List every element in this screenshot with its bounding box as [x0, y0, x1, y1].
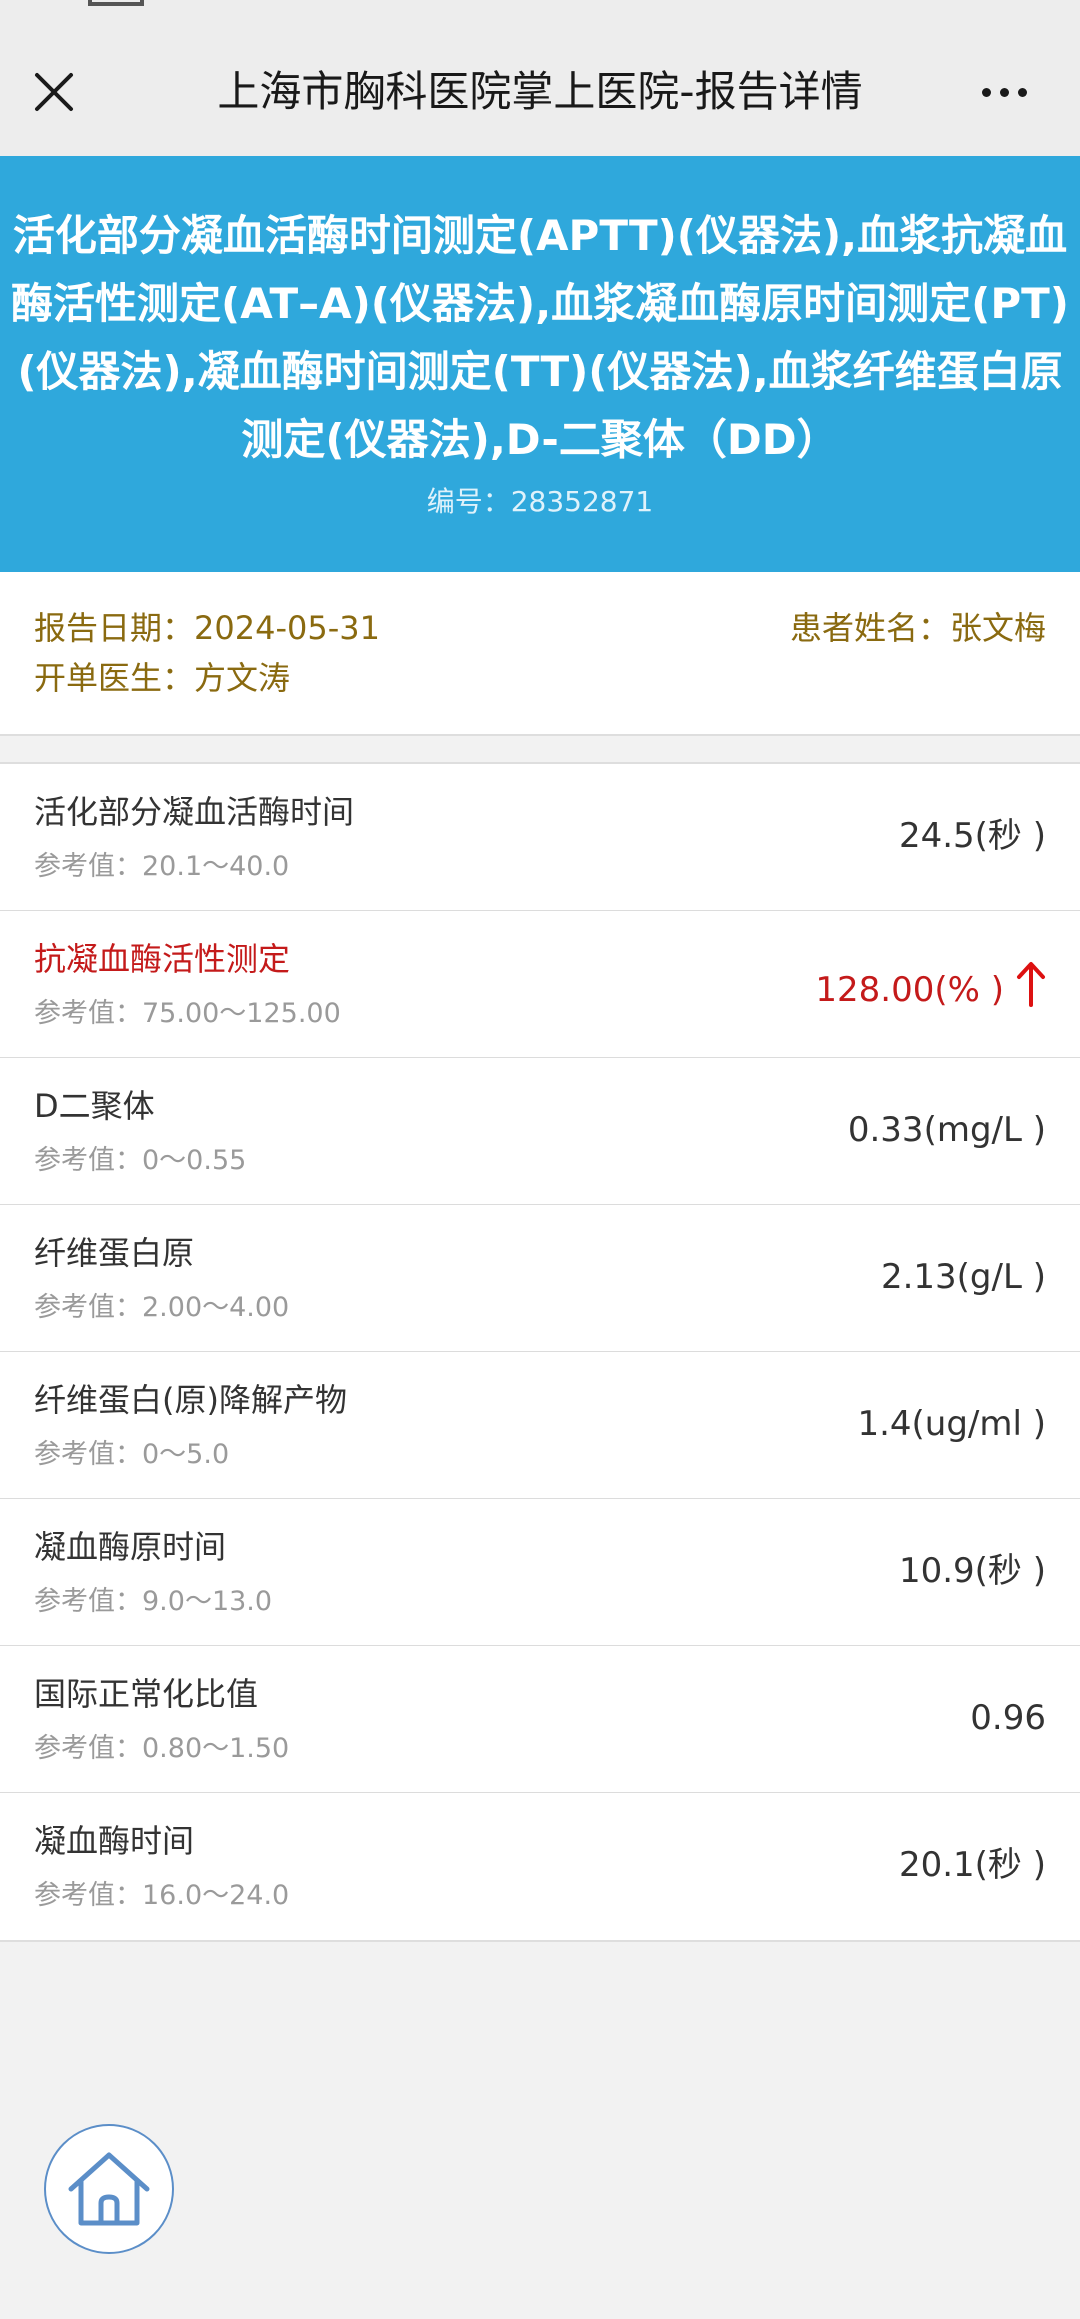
result-value-text: 20.1(秒 ) [898, 1845, 1046, 1885]
result-value-text: 1.4(ug/ml ) [857, 1404, 1046, 1444]
result-item-name: 纤维蛋白原 [34, 1234, 195, 1272]
report-title: 活化部分凝血活酶时间测定(APTT)(仪器法),血浆抗凝血酶活性测定(AT–A)… [11, 211, 1069, 464]
status-icon [88, 0, 144, 6]
result-row: D二聚体 参考值：0～0.55 0.33(mg/L ) [0, 1058, 1080, 1205]
result-value-text: 10.9(秒 ) [898, 1551, 1046, 1591]
result-row: 凝血酶原时间 参考值：9.0～13.0 10.9(秒 ) [0, 1499, 1080, 1646]
status-bar [0, 0, 1080, 20]
result-reference-range: 参考值：20.1～40.0 [34, 851, 290, 882]
report-header-banner: 活化部分凝血活酶时间测定(APTT)(仪器法),血浆抗凝血酶活性测定(AT–A)… [0, 156, 1080, 572]
result-reference-range: 参考值：9.0～13.0 [34, 1586, 273, 1617]
report-date: 报告日期：2024-05-31 [34, 609, 380, 647]
result-value: 1.4(ug/ml ) [857, 1402, 1046, 1446]
report-serial-number: 编号：28352871 [426, 485, 654, 518]
result-row: 活化部分凝血活酶时间 参考值：20.1～40.0 24.5(秒 ) [0, 764, 1080, 911]
close-icon [35, 73, 73, 111]
result-value: 20.1(秒 ) [899, 1843, 1046, 1887]
result-item-name: 活化部分凝血活酶时间 [34, 793, 355, 831]
report-info-panel: 报告日期：2024-05-31 患者姓名：张文梅 开单医生：方文涛 [0, 572, 1080, 736]
more-button[interactable] [968, 60, 1040, 124]
home-icon [68, 2152, 150, 2226]
result-reference-range: 参考值：0.80～1.50 [34, 1733, 290, 1764]
close-button[interactable] [22, 60, 86, 124]
page-title: 上海市胸科医院掌上医院-报告详情 [217, 67, 863, 116]
result-value-text: 128.00(% ) [815, 970, 1004, 1010]
result-value-text: 24.5(秒 ) [898, 816, 1046, 856]
more-icon [981, 87, 991, 97]
result-value-text: 0.33(mg/L ) [847, 1110, 1046, 1150]
result-reference-range: 参考值：75.00～125.00 [34, 998, 341, 1029]
result-value: 0.96 [970, 1696, 1046, 1740]
results-list: 活化部分凝血活酶时间 参考值：20.1～40.0 24.5(秒 ) 抗凝血酶活性… [0, 762, 1080, 1942]
result-row: 凝血酶时间 参考值：16.0～24.0 20.1(秒 ) [0, 1793, 1080, 1940]
result-item-name: 纤维蛋白(原)降解产物 [34, 1381, 347, 1419]
result-item-name: 国际正常化比值 [34, 1675, 259, 1713]
result-value: 24.5(秒 ) [899, 814, 1046, 858]
result-reference-range: 参考值：0～5.0 [34, 1439, 230, 1470]
result-row-abnormal: 抗凝血酶活性测定 参考值：75.00～125.00 128.00(% ) [0, 911, 1080, 1058]
result-value-text: 0.96 [970, 1698, 1046, 1738]
patient-name: 患者姓名：张文梅 [789, 609, 1046, 647]
result-row: 纤维蛋白(原)降解产物 参考值：0～5.0 1.4(ug/ml ) [0, 1352, 1080, 1499]
result-value-text: 2.13(g/L ) [880, 1257, 1046, 1297]
more-icon-dot [1017, 87, 1027, 97]
result-value: 10.9(秒 ) [899, 1549, 1046, 1593]
result-value: 128.00(% ) [815, 961, 1046, 1012]
result-row: 国际正常化比值 参考值：0.80～1.50 0.96 [0, 1646, 1080, 1793]
result-reference-range: 参考值：16.0～24.0 [34, 1880, 290, 1911]
result-item-name: 抗凝血酶活性测定 [34, 940, 291, 978]
more-icon-dot [999, 87, 1009, 97]
result-item-name: 凝血酶时间 [34, 1822, 195, 1860]
result-reference-range: 参考值：2.00～4.00 [34, 1292, 290, 1323]
home-button[interactable] [44, 2124, 174, 2254]
result-item-name: D二聚体 [34, 1087, 155, 1125]
result-row: 纤维蛋白原 参考值：2.00～4.00 2.13(g/L ) [0, 1205, 1080, 1352]
result-value: 0.33(mg/L ) [848, 1108, 1046, 1152]
result-value: 2.13(g/L ) [881, 1255, 1046, 1299]
up-arrow-icon [1017, 962, 1045, 1007]
result-reference-range: 参考值：0～0.55 [34, 1145, 247, 1176]
nav-bar: 上海市胸科医院掌上医院-报告详情 [0, 20, 1080, 156]
result-item-name: 凝血酶原时间 [34, 1528, 227, 1566]
ordering-doctor: 开单医生：方文涛 [34, 659, 291, 697]
